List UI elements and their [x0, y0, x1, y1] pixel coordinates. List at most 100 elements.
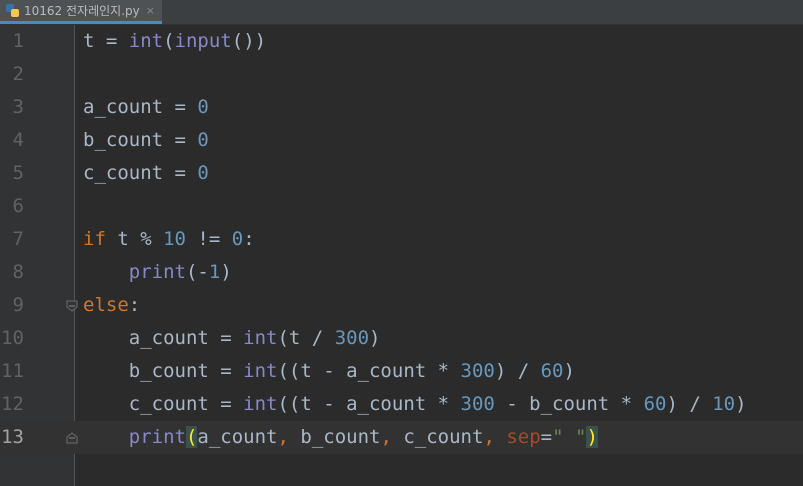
code-text: else:	[83, 289, 140, 322]
code-token: b_count	[288, 426, 381, 448]
code-line[interactable]: 11 b_count = int((t - a_count * 300) / 6…	[0, 355, 803, 388]
code-token: )	[220, 261, 232, 283]
code-text: t = int(input())	[83, 25, 266, 58]
code-line[interactable]: 8 print(-1)	[0, 256, 803, 289]
code-line[interactable]: 1 t = int(input())	[0, 25, 803, 58]
code-token: 300	[460, 360, 495, 382]
code-line[interactable]: 4 b_count = 0	[0, 124, 803, 157]
code-token: sep	[506, 426, 541, 448]
code-token: !=	[185, 228, 232, 250]
code-token: b_count =	[83, 129, 198, 151]
code-line[interactable]: 10 a_count = int(t / 300)	[0, 322, 803, 355]
code-line[interactable]: 9 else:	[0, 289, 803, 322]
code-text: print(-1)	[83, 256, 232, 289]
code-token: b_count =	[83, 360, 244, 382]
code-token: print	[128, 261, 186, 283]
code-token: a_count =	[83, 96, 198, 118]
line-number: 7	[12, 228, 24, 250]
code-text: b_count = int((t - a_count * 300) / 60)	[83, 355, 575, 388]
close-tab-icon[interactable]: ×	[146, 4, 155, 17]
code-token: ((t - a_count *	[277, 393, 461, 415]
code-token: int	[128, 30, 164, 52]
code-text: c_count = int((t - a_count * 300 - b_cou…	[83, 388, 747, 421]
code-token: 0	[197, 129, 209, 151]
code-text: a_count = int(t / 300)	[83, 322, 381, 355]
code-text: print(a_count, b_count, c_count, sep=" "…	[83, 421, 598, 454]
file-tab[interactable]: 10162 전자레인지.py ×	[0, 0, 162, 24]
code-token: c_count =	[83, 393, 244, 415]
code-token: :	[128, 294, 141, 316]
code-token: int	[243, 360, 278, 382]
code-token: (	[163, 30, 175, 52]
code-token: ,	[483, 426, 495, 448]
python-file-icon	[6, 3, 20, 18]
code-token: 0	[197, 96, 209, 118]
line-number: 10	[1, 327, 24, 349]
code-token: (	[185, 426, 198, 448]
code-line[interactable]: 13 print(a_count, b_count, c_count, sep=…	[0, 421, 803, 454]
code-token: t %	[105, 228, 164, 250]
line-number: 3	[12, 96, 24, 118]
code-token: 1	[208, 261, 221, 283]
line-number: 1	[12, 30, 24, 52]
code-token: (-	[185, 261, 209, 283]
line-number: 5	[12, 162, 24, 184]
code-line[interactable]: 5 c_count = 0	[0, 157, 803, 190]
code-token: :	[243, 228, 255, 250]
code-line[interactable]: 12 c_count = int((t - a_count * 300 - b_…	[0, 388, 803, 421]
line-number: 8	[12, 261, 24, 283]
code-token: )	[369, 327, 381, 349]
code-token: 60	[540, 360, 564, 382]
line-number: 4	[12, 129, 24, 151]
code-token: 0	[197, 162, 209, 184]
code-text: if t % 10 != 0:	[83, 223, 255, 256]
code-token: input	[174, 30, 232, 52]
code-token: 60	[643, 393, 667, 415]
code-line[interactable]: 6	[0, 190, 803, 223]
code-text: a_count = 0	[83, 91, 209, 124]
code-line[interactable]: 7 if t % 10 != 0:	[0, 223, 803, 256]
code-token: a_count =	[83, 327, 244, 349]
line-number: 11	[1, 360, 24, 382]
code-token: 300	[460, 393, 495, 415]
fold-close-icon[interactable]	[66, 432, 78, 444]
code-token: )	[586, 426, 598, 448]
code-token: 300	[334, 327, 370, 349]
code-token: a_count	[197, 426, 278, 448]
code-line[interactable]: 2	[0, 58, 803, 91]
line-number: 13	[1, 426, 24, 448]
code-token: )	[563, 360, 575, 382]
file-tab-label: 10162 전자레인지.py	[24, 4, 140, 18]
code-token: 0	[231, 228, 244, 250]
code-text: b_count = 0	[83, 124, 209, 157]
line-number: 9	[12, 294, 24, 316]
code-token: 10	[712, 393, 736, 415]
code-token: if	[83, 228, 106, 250]
code-token: - b_count *	[494, 393, 644, 415]
code-token: else	[83, 294, 129, 316]
code-token: ,	[380, 426, 392, 448]
line-number: 12	[1, 393, 24, 415]
code-token: " "	[552, 426, 587, 448]
code-text: c_count = 0	[83, 157, 209, 190]
code-token: =	[540, 426, 553, 448]
code-token: t =	[83, 30, 129, 52]
line-number: 2	[12, 63, 24, 85]
code-token: 10	[163, 228, 186, 250]
code-token: int	[243, 393, 278, 415]
code-line[interactable]: 3 a_count = 0	[0, 91, 803, 124]
code-token: ) /	[494, 360, 541, 382]
fold-open-icon[interactable]	[66, 300, 78, 312]
code-token: c_count	[391, 426, 484, 448]
editor-tab-bar: 10162 전자레인지.py ×	[0, 0, 803, 25]
code-token: ())	[231, 30, 267, 52]
code-token: ((t - a_count *	[277, 360, 461, 382]
line-number: 6	[12, 195, 24, 217]
code-token: int	[243, 327, 278, 349]
code-token: ,	[277, 426, 289, 448]
code-token: print	[128, 426, 186, 448]
code-token: (t /	[277, 327, 335, 349]
